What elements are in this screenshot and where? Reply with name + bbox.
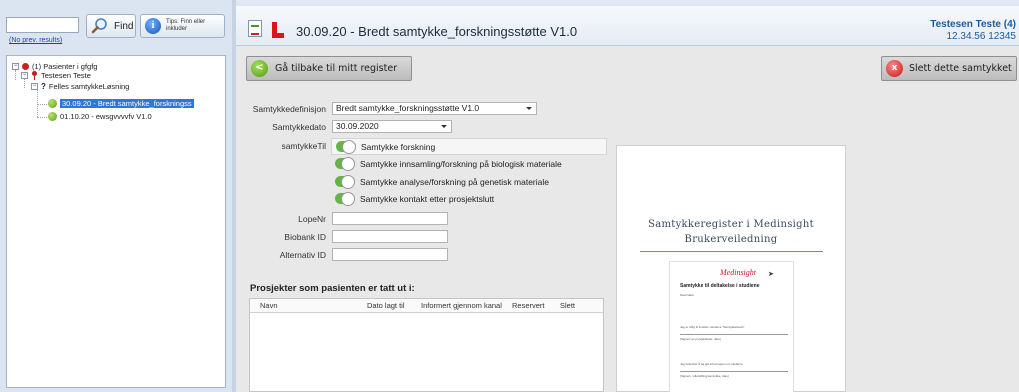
tree-node-group[interactable]: − ? Felles samtykkeLøsning	[31, 82, 129, 91]
document-icon	[248, 20, 262, 37]
consent-header: 30.09.20 - Bredt samtykke_forskningsstøt…	[236, 6, 1019, 46]
tree-node-patient[interactable]: − Testesen Teste	[21, 71, 91, 80]
toggle-label: Samtykke innsamling/forskning på biologi…	[360, 158, 562, 169]
tree-node-consent[interactable]: 01.10.20 - ewsgvvvvfv V1.0	[48, 112, 152, 121]
consent-content: < Gå tilbake til mitt register x Slett d…	[236, 47, 1019, 392]
toggle-switch[interactable]	[335, 192, 355, 206]
consent-leaf-icon	[48, 112, 57, 121]
preview-text-line: Navn/dato:	[680, 293, 695, 297]
tree-node-label: Felles samtykkeLøsning	[48, 82, 130, 91]
magnifier-icon	[91, 18, 107, 34]
user-name: Testesen Teste (4)	[930, 19, 1016, 30]
biobank-label: Biobank ID	[284, 232, 326, 242]
back-to-register-button[interactable]: < Gå tilbake til mitt register	[246, 56, 412, 81]
left-panel: (No prev. results) Find i Tips: Finn ell…	[0, 0, 232, 392]
page-title: 30.09.20 - Bredt samtykke_forskningsstøt…	[296, 24, 578, 39]
patients-group-icon	[22, 63, 29, 70]
toggle-label: Samtykke forskning	[361, 141, 436, 152]
tree-node-consent-selected[interactable]: 30.09.20 - Bredt samtykke_forskningss	[48, 99, 194, 108]
projects-table-header: Navn Dato lagt til Informert gjennom kan…	[250, 299, 603, 313]
date-label: Samtykkedato	[272, 122, 326, 132]
delete-consent-button[interactable]: x Slett dette samtykket	[881, 56, 1017, 81]
app-window: (No prev. results) Find i Tips: Finn ell…	[0, 0, 1019, 392]
toggle-label: Samtykke analyse/forskning på genetisk m…	[360, 176, 549, 187]
consent-leaf-icon	[48, 99, 57, 108]
toggle-label: Samtykke kontakt etter prosjektslutt	[360, 193, 495, 204]
no-prev-results-link[interactable]: (No prev. results)	[9, 37, 62, 44]
tree-node-label: 30.09.20 - Bredt samtykke_forskningss	[60, 99, 194, 108]
preview-text-line: Jeg er villig til å delta i studiene "Sa…	[680, 325, 745, 329]
collapse-icon[interactable]: −	[21, 72, 28, 79]
preview-text-line: (Signert, rolle/stilling/samtykke, dato)	[680, 374, 730, 378]
definition-select[interactable]: Bredt samtykke_forskningsstøtte V1.0	[332, 102, 537, 115]
toggle-switch[interactable]	[336, 140, 356, 154]
search-input[interactable]	[6, 17, 79, 33]
toggle-row-kontakt[interactable]: Samtykke kontakt etter prosjektslutt	[331, 190, 607, 207]
bird-logo-icon: ➤	[768, 271, 774, 278]
find-label: Find	[114, 20, 134, 32]
preview-text-line: (Signert av prosjektleder, dato)	[680, 337, 721, 341]
column-header[interactable]: Reservert	[512, 301, 545, 310]
samtykke-til-label: samtykkeTil	[281, 141, 326, 151]
preview-signature-line	[680, 334, 788, 335]
alternativ-input[interactable]	[332, 248, 448, 261]
info-tips-button[interactable]: i Tips: Finn eller inkluder	[140, 14, 225, 38]
column-header[interactable]: Dato lagt til	[367, 301, 405, 310]
collapse-icon[interactable]: −	[31, 83, 38, 90]
definition-label: Samtykkedefinisjon	[252, 104, 326, 114]
column-header[interactable]: Informert gjennom kanal	[421, 301, 502, 310]
medinsight-logo: Medinsight	[720, 268, 756, 277]
tree-node-label: (1) Pasienter i gfgfg	[32, 62, 98, 71]
lopenr-label: LopeNr	[298, 214, 326, 224]
right-panel: 30.09.20 - Bredt samtykke_forskningsstøt…	[236, 0, 1019, 392]
info-icon: i	[145, 18, 161, 34]
toggle-row-forskning[interactable]: Samtykke forskning	[331, 138, 607, 155]
preview-page: Medinsight ➤ Samtykke til deltakelse i s…	[669, 261, 794, 392]
preview-signature-line	[680, 371, 788, 372]
patient-tree[interactable]: − (1) Pasienter i gfgfg − Testesen Teste…	[6, 55, 226, 388]
lopenr-input[interactable]	[332, 212, 448, 225]
column-header[interactable]: Navn	[260, 301, 278, 310]
user-id: 12.34.56 12345	[946, 31, 1016, 42]
tree-node-label: Testesen Teste	[41, 71, 91, 80]
delete-icon: x	[886, 60, 903, 77]
date-select[interactable]: 30.09.2020	[332, 120, 452, 133]
definition-value: Bredt samtykke_forskningsstøtte V1.0	[336, 103, 480, 113]
preview-divider	[640, 251, 823, 252]
preview-page-heading: Samtykke til deltakelse i studiene	[680, 283, 760, 289]
dropdown-arrow-icon	[526, 107, 532, 110]
consent-type-icon	[272, 22, 284, 38]
biobank-input[interactable]	[332, 230, 448, 243]
toggle-switch[interactable]	[335, 157, 355, 171]
find-button[interactable]: Find	[86, 14, 136, 38]
toggle-row-genetisk[interactable]: Samtykke analyse/forskning på genetisk m…	[331, 173, 607, 190]
tree-node-patients[interactable]: − (1) Pasienter i gfgfg	[12, 62, 97, 71]
user-guide-preview[interactable]: Samtykkeregister i Medinsight Brukerveil…	[616, 145, 846, 392]
tree-node-label: 01.10.20 - ewsgvvvvfv V1.0	[60, 112, 152, 121]
projects-title: Prosjekter som pasienten er tatt ut i:	[250, 283, 415, 294]
preview-text-line: Jeg bekrefter å ha gitt informasjon om s…	[680, 362, 743, 366]
back-arrow-icon: <	[251, 60, 268, 77]
collapse-icon[interactable]: −	[12, 63, 19, 70]
back-button-label: Gå tilbake til mitt register	[275, 63, 398, 74]
question-mark-icon: ?	[41, 82, 46, 91]
dropdown-arrow-icon	[441, 125, 447, 128]
alternativ-label: Alternativ ID	[279, 250, 326, 260]
column-header[interactable]: Slett	[560, 301, 575, 310]
date-value: 30.09.2020	[336, 121, 379, 131]
patient-pin-icon	[31, 71, 38, 80]
toggle-row-biologisk[interactable]: Samtykke innsamling/forskning på biologi…	[331, 155, 607, 172]
toggle-switch[interactable]	[335, 175, 355, 189]
projects-table[interactable]: Navn Dato lagt til Informert gjennom kan…	[249, 298, 604, 392]
preview-subtitle: Brukerveiledning	[684, 234, 778, 245]
info-tip-text: Tips: Finn eller inkluder	[166, 19, 206, 32]
delete-button-label: Slett dette samtykket	[909, 63, 1012, 74]
preview-title: Samtykkeregister i Medinsight	[648, 219, 814, 230]
